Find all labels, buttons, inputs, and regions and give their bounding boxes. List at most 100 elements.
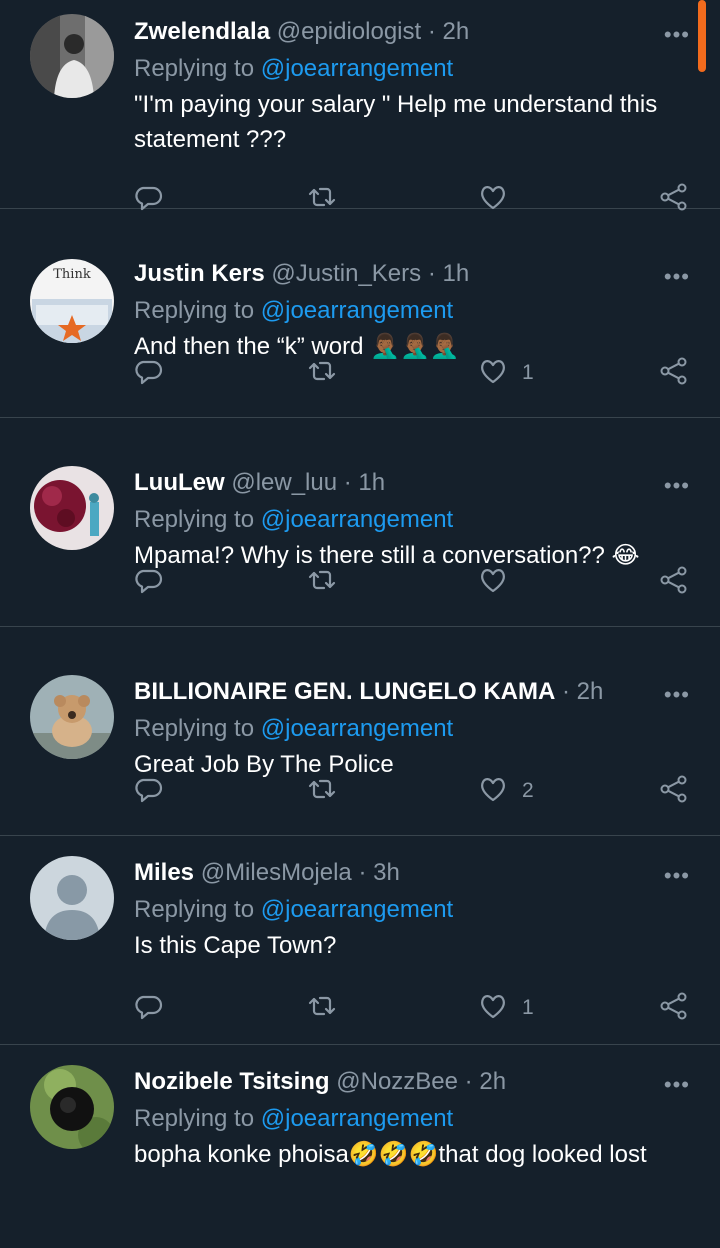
more-icon[interactable]: •••	[664, 24, 690, 46]
timestamp[interactable]: 1h	[443, 260, 470, 287]
replying-label: Replying to	[134, 55, 255, 82]
mention-link[interactable]: @joearrangement	[261, 506, 453, 533]
like-count: 1	[522, 361, 534, 384]
avatar[interactable]: Think	[30, 259, 114, 343]
mention-link[interactable]: @joearrangement	[261, 896, 453, 923]
mention-link[interactable]: @joearrangement	[261, 1105, 453, 1132]
replying-label: Replying to	[134, 715, 255, 742]
action-bar: 2	[134, 773, 694, 809]
like-button[interactable]: 2	[478, 773, 534, 809]
reply-button[interactable]	[134, 564, 164, 600]
reply-tweet[interactable]: Nozibele Tsitsing @NozzBee · 2h Replying…	[0, 1045, 720, 1219]
replying-to: Replying to @joearrangement	[134, 714, 690, 744]
heart-icon	[478, 991, 508, 1026]
retweet-button[interactable]	[307, 773, 337, 809]
replying-label: Replying to	[134, 896, 255, 923]
reply-icon	[134, 356, 164, 391]
tweet-header: BILLIONAIRE GEN. LUNGELO KAMA · 2h	[134, 678, 604, 705]
user-handle[interactable]: @MilesMojela	[201, 859, 352, 886]
avatar[interactable]	[30, 466, 114, 550]
mention-link[interactable]: @joearrangement	[261, 715, 453, 742]
action-bar: 1	[134, 990, 694, 1026]
timestamp[interactable]: 1h	[358, 469, 385, 496]
user-handle[interactable]: @Justin_Kers	[271, 260, 421, 287]
share-button[interactable]	[658, 355, 688, 391]
tweet-header: Miles @MilesMojela · 3h	[134, 859, 400, 886]
reply-button[interactable]	[134, 990, 164, 1026]
action-bar	[134, 564, 694, 600]
more-icon[interactable]: •••	[664, 1074, 690, 1096]
share-icon	[658, 991, 688, 1026]
timestamp[interactable]: 3h	[373, 859, 400, 886]
avatar[interactable]	[30, 14, 114, 98]
tweet-text: "I'm paying your salary " Help me unders…	[134, 91, 658, 153]
tweet-text: bopha konke phoisa🤣🤣🤣that dog looked los…	[134, 1141, 647, 1168]
heart-icon	[478, 565, 508, 600]
mention-link[interactable]: @joearrangement	[261, 55, 453, 82]
user-handle[interactable]: @epidiologist	[277, 18, 421, 45]
replying-label: Replying to	[134, 297, 255, 324]
user-handle[interactable]: @lew_luu	[231, 469, 337, 496]
heart-icon	[478, 774, 508, 809]
share-icon	[658, 565, 688, 600]
reply-feed: Zwelendlala @epidiologist · 2h Replying …	[0, 0, 720, 1219]
display-name[interactable]: BILLIONAIRE GEN. LUNGELO KAMA	[134, 678, 555, 705]
share-button[interactable]	[658, 564, 688, 600]
tweet-header: Zwelendlala @epidiologist · 2h	[134, 18, 470, 45]
share-icon	[658, 774, 688, 809]
display-name[interactable]: Nozibele Tsitsing	[134, 1068, 330, 1095]
display-name[interactable]: Justin Kers	[134, 260, 265, 287]
user-handle[interactable]: @NozzBee	[336, 1068, 458, 1095]
more-icon[interactable]: •••	[664, 266, 690, 288]
reply-button[interactable]	[134, 773, 164, 809]
like-button[interactable]: 1	[478, 355, 534, 391]
more-icon[interactable]: •••	[664, 684, 690, 706]
reply-tweet[interactable]: BILLIONAIRE GEN. LUNGELO KAMA · 2h Reply…	[0, 627, 720, 836]
replying-label: Replying to	[134, 1105, 255, 1132]
tweet-text: Is this Cape Town?	[134, 932, 337, 959]
replying-to: Replying to @joearrangement	[134, 505, 690, 535]
share-button[interactable]	[658, 773, 688, 809]
replying-to: Replying to @joearrangement	[134, 1104, 690, 1134]
timestamp[interactable]: 2h	[479, 1068, 506, 1095]
scroll-indicator[interactable]	[698, 0, 706, 72]
replying-to: Replying to @joearrangement	[134, 54, 690, 84]
reply-icon	[134, 991, 164, 1026]
more-icon[interactable]: •••	[664, 865, 690, 887]
action-bar: 1	[134, 355, 694, 391]
like-button[interactable]: 1	[478, 990, 534, 1026]
reply-icon	[134, 565, 164, 600]
like-button[interactable]	[478, 564, 522, 600]
reply-button[interactable]	[134, 355, 164, 391]
more-icon[interactable]: •••	[664, 475, 690, 497]
display-name[interactable]: Zwelendlala	[134, 18, 270, 45]
share-icon	[658, 356, 688, 391]
avatar[interactable]	[30, 856, 114, 940]
avatar-caption: Think	[53, 267, 91, 282]
timestamp[interactable]: 2h	[577, 678, 604, 705]
retweet-button[interactable]	[307, 564, 337, 600]
replying-to: Replying to @joearrangement	[134, 296, 690, 326]
tweet-header: Nozibele Tsitsing @NozzBee · 2h	[134, 1068, 507, 1095]
tweet-header: LuuLew @lew_luu · 1h	[134, 469, 386, 496]
retweet-icon	[307, 356, 337, 391]
avatar[interactable]	[30, 675, 114, 759]
reply-tweet[interactable]: Zwelendlala @epidiologist · 2h Replying …	[0, 0, 720, 210]
retweet-button[interactable]	[307, 355, 337, 391]
reply-tweet[interactable]: LuuLew @lew_luu · 1h Replying to @joearr…	[0, 418, 720, 627]
retweet-icon	[307, 565, 337, 600]
replying-label: Replying to	[134, 506, 255, 533]
avatar[interactable]	[30, 1065, 114, 1149]
reply-tweet[interactable]: Miles @MilesMojela · 3h Replying to @joe…	[0, 836, 720, 1045]
reply-tweet[interactable]: Think Justin Kers @Justin_Kers · 1h Repl…	[0, 209, 720, 418]
display-name[interactable]: LuuLew	[134, 469, 225, 496]
retweet-icon	[307, 774, 337, 809]
tweet-header: Justin Kers @Justin_Kers · 1h	[134, 260, 470, 287]
retweet-button[interactable]	[307, 990, 337, 1026]
like-count: 2	[522, 779, 534, 802]
heart-icon	[478, 356, 508, 391]
mention-link[interactable]: @joearrangement	[261, 297, 453, 324]
display-name[interactable]: Miles	[134, 859, 194, 886]
share-button[interactable]	[658, 990, 688, 1026]
timestamp[interactable]: 2h	[443, 18, 470, 45]
